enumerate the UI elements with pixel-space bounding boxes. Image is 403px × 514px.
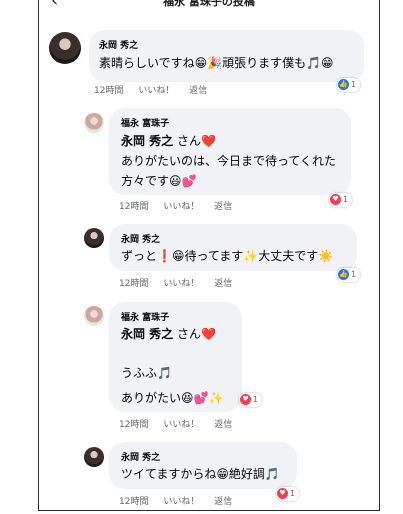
mention-suffix: さん❤️ xyxy=(177,134,216,148)
reply-link[interactable]: 返信 xyxy=(214,497,232,507)
reaction-count: 1 xyxy=(351,270,357,279)
reaction-count: 1 xyxy=(290,489,296,498)
reaction-count: 1 xyxy=(343,195,349,204)
comment-author[interactable]: 福永 富珠子 xyxy=(121,310,169,323)
avatar[interactable] xyxy=(84,447,104,467)
comment-author[interactable]: 永岡 秀之 xyxy=(121,450,160,463)
avatar[interactable] xyxy=(49,32,81,64)
post-comments-panel: ‹ 福永 富珠子の投稿 ••• 永岡 秀之 素晴らしいですね😁🎉頑張ります僕も🎵… xyxy=(38,0,380,511)
heart-icon: ♥ xyxy=(240,394,251,405)
comment-text: ありがたい😆💕✨ xyxy=(121,391,224,405)
mention-link[interactable]: 永岡 秀之 xyxy=(121,134,173,148)
reply-link[interactable]: 返信 xyxy=(214,202,232,212)
comment-author[interactable]: 永岡 秀之 xyxy=(99,38,138,51)
heart-icon: ♥ xyxy=(330,194,341,205)
like-link[interactable]: いいね！ xyxy=(163,497,199,507)
like-link[interactable]: いいね！ xyxy=(163,202,199,212)
comment-meta: 12時間 いいね！ 返信 xyxy=(119,199,244,212)
reaction-count: 1 xyxy=(351,80,357,89)
reaction-badge[interactable]: ♥ 1 xyxy=(276,487,300,501)
reaction-badge[interactable]: ♥ 1 xyxy=(329,193,353,207)
reply-link[interactable]: 返信 xyxy=(214,420,232,430)
comment-meta: 12時間 いいね！ 返信 xyxy=(94,83,219,96)
mention-link[interactable]: 永岡 秀之 xyxy=(121,327,173,341)
page-title: 福永 富珠子の投稿 xyxy=(163,0,255,8)
reply-link[interactable]: 返信 xyxy=(189,86,207,96)
more-dots-icon[interactable]: ••• xyxy=(341,0,365,5)
comment-mention-line: 永岡 秀之 さん❤️ xyxy=(121,323,216,345)
comment-mention-line: 永岡 秀之 さん❤️ xyxy=(121,130,216,152)
like-link[interactable]: いいね！ xyxy=(163,420,199,430)
comment-time: 12時間 xyxy=(119,420,149,430)
comment-time: 12時間 xyxy=(94,86,124,96)
comment-author[interactable]: 永岡 秀之 xyxy=(121,232,160,245)
comment-time: 12時間 xyxy=(119,202,149,212)
comment-time: 12時間 xyxy=(119,279,149,289)
reaction-count: 1 xyxy=(253,395,259,404)
comment-author[interactable]: 福永 富珠子 xyxy=(121,116,169,129)
comment-meta: 12時間 いいね！ 返信 xyxy=(119,276,244,289)
comment-time: 12時間 xyxy=(119,497,149,507)
thumbs-up-icon: 👍 xyxy=(338,269,349,280)
like-link[interactable]: いいね！ xyxy=(138,86,174,96)
comment-text: 方々です😃💕 xyxy=(121,174,197,188)
reply-link[interactable]: 返信 xyxy=(214,279,232,289)
comment-text: 素晴らしいですね😁🎉頑張ります僕も🎵😁 xyxy=(99,56,334,70)
reaction-badge[interactable]: 👍 1 xyxy=(337,268,361,282)
comment-meta: 12時間 いいね！ 返信 xyxy=(119,494,244,507)
reaction-badge[interactable]: 👍 1 xyxy=(337,78,361,92)
comment-text: ずっと❗😁待ってます✨大丈夫です☀️ xyxy=(121,249,334,263)
comment-text: ありがたいのは、今日まで待ってくれた xyxy=(121,154,337,168)
thumbs-up-icon: 👍 xyxy=(338,79,349,90)
comment-text: ツイてますからね😁絶好調🎵 xyxy=(121,467,280,481)
avatar[interactable] xyxy=(84,228,104,248)
avatar[interactable] xyxy=(84,113,104,133)
heart-icon: ♥ xyxy=(277,488,288,499)
like-link[interactable]: いいね！ xyxy=(163,279,199,289)
mention-suffix: さん❤️ xyxy=(177,327,216,341)
avatar[interactable] xyxy=(84,306,104,326)
top-bar: ‹ 福永 富珠子の投稿 ••• xyxy=(39,0,379,14)
reaction-badge[interactable]: ♥ 1 xyxy=(239,393,263,407)
comment-meta: 12時間 いいね！ 返信 xyxy=(119,417,244,430)
comment-text: うふふ🎵 xyxy=(121,366,172,380)
